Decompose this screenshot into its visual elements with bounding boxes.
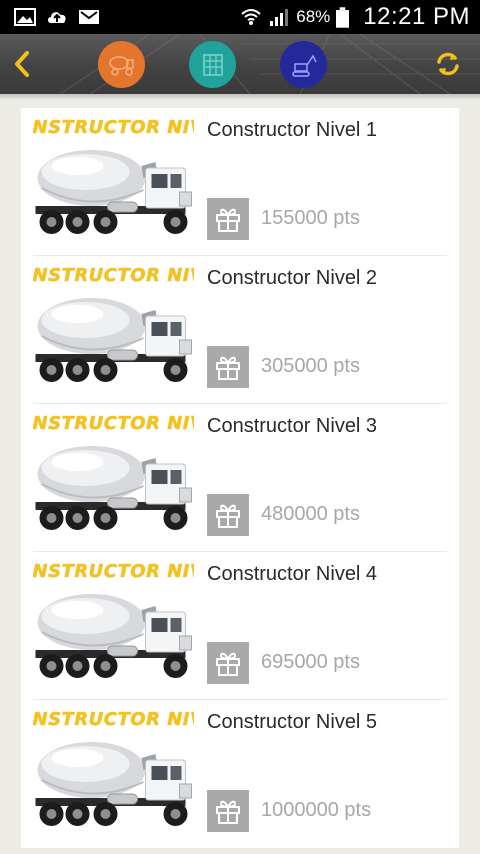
battery-percentage: 68% (296, 7, 331, 26)
gift-icon (214, 205, 242, 233)
reward-title: Constructor Nivel 1 (207, 119, 378, 141)
building-icon (202, 53, 223, 76)
category-badge-building[interactable] (189, 41, 236, 88)
list-item[interactable]: CONSTRUCTOR NIVEL Constructor Nivel 1 15… (33, 108, 447, 256)
image-icon (14, 8, 36, 26)
status-bar-notifications (14, 7, 100, 27)
mail-icon (79, 10, 99, 24)
reward-image: CONSTRUCTOR NIVEL (33, 558, 194, 682)
reward-banner: CONSTRUCTOR NIVEL (33, 413, 194, 434)
chevron-left-icon (15, 51, 29, 77)
reward-image: CONSTRUCTOR NIVEL (33, 262, 194, 386)
signal-icon (270, 9, 289, 26)
header-shadow (0, 94, 480, 100)
mixer-truck-image (33, 292, 194, 386)
reward-points: 305000 pts (261, 355, 360, 377)
reward-image: CONSTRUCTOR NIVEL (33, 410, 194, 534)
list-item[interactable]: CONSTRUCTOR NIVEL Constructor Nivel 4 69… (33, 552, 447, 700)
cloud-upload-icon (48, 12, 66, 23)
app-header (0, 34, 480, 94)
reward-points: 155000 pts (261, 207, 360, 229)
status-bar-system: 68% 12:21 PM (240, 3, 470, 31)
battery-icon (336, 6, 350, 28)
excavator-icon (291, 54, 317, 77)
mixer-truck-image (33, 440, 194, 534)
reward-points: 695000 pts (261, 651, 360, 673)
reward-banner: CONSTRUCTOR NIVEL (33, 709, 194, 730)
category-badge-mixer[interactable] (98, 41, 145, 88)
list-item[interactable]: CONSTRUCTOR NIVEL Constructor Nivel 5 10… (33, 700, 447, 848)
redeem-button[interactable] (207, 790, 249, 832)
category-badge-excavator[interactable] (280, 41, 327, 88)
reward-banner: CONSTRUCTOR NIVEL (33, 265, 194, 286)
rewards-list: CONSTRUCTOR NIVEL Constructor Nivel 1 15… (21, 108, 459, 848)
redeem-button[interactable] (207, 198, 249, 240)
clock: 12:21 PM (363, 3, 470, 30)
redeem-button[interactable] (207, 642, 249, 684)
reward-image: CONSTRUCTOR NIVEL (33, 706, 194, 830)
concrete-mixer-icon (108, 55, 134, 76)
list-item[interactable]: CONSTRUCTOR NIVEL Constructor Nivel 2 30… (33, 256, 447, 404)
mixer-truck-image (33, 736, 194, 830)
reward-banner: CONSTRUCTOR NIVEL (33, 117, 194, 138)
gift-icon (214, 649, 242, 677)
back-button[interactable] (4, 44, 40, 84)
header-background-pattern (59, 34, 480, 94)
reward-points: 480000 pts (261, 503, 360, 525)
list-item[interactable]: CONSTRUCTOR NIVEL Constructor Nivel 3 48… (33, 404, 447, 552)
status-bar: 68% 12:21 PM (0, 0, 480, 34)
reward-title: Constructor Nivel 2 (207, 267, 378, 289)
gift-icon (214, 353, 242, 381)
reward-title: Constructor Nivel 4 (207, 563, 378, 585)
redeem-button[interactable] (207, 494, 249, 536)
redeem-button[interactable] (207, 346, 249, 388)
wifi-icon (241, 9, 261, 25)
refresh-button[interactable] (428, 44, 468, 84)
reward-image: CONSTRUCTOR NIVEL (33, 114, 194, 238)
mixer-truck-image (33, 588, 194, 682)
gift-icon (214, 797, 242, 825)
reward-banner: CONSTRUCTOR NIVEL (33, 561, 194, 582)
gift-icon (214, 501, 242, 529)
reward-title: Constructor Nivel 3 (207, 415, 378, 437)
refresh-icon (437, 52, 459, 76)
mixer-truck-image (33, 144, 194, 238)
reward-title: Constructor Nivel 5 (207, 711, 378, 733)
reward-points: 1000000 pts (261, 799, 372, 821)
